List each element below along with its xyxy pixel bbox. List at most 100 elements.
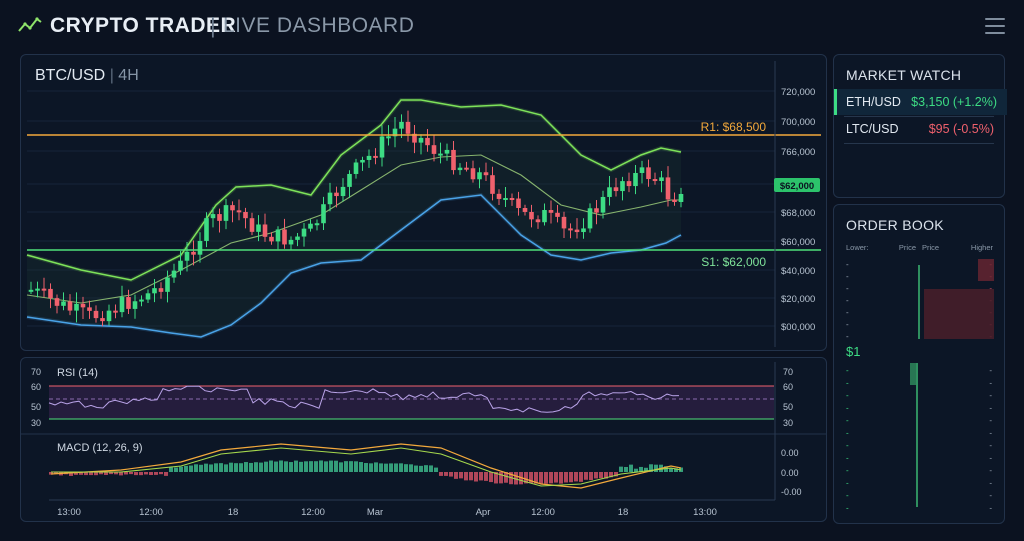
macd-bar-negative [449, 472, 453, 477]
macd-bar-negative [144, 472, 148, 475]
order-row-dash-right: - [989, 416, 992, 425]
time-axis-label: Mar [367, 507, 383, 518]
watch-item-ltc[interactable]: LTC/USD $95 (-0.5%) [834, 116, 1004, 142]
macd-bar-positive [239, 463, 243, 472]
app-title: CRYPTO TRADER [50, 14, 237, 37]
macd-bar-negative [499, 472, 503, 484]
order-row-dash-left: - [846, 272, 849, 281]
macd-bar-positive [304, 461, 308, 472]
macd-bar-positive [299, 461, 303, 472]
order-row-dash-right: - [989, 379, 992, 388]
macd-bar-negative [469, 472, 473, 481]
time-axis-label: Apr [476, 507, 491, 518]
macd-bar-negative [539, 472, 543, 484]
price-axis-label: $40,000 [781, 266, 815, 277]
order-row-dash-right: - [989, 479, 992, 488]
macd-bar-positive [324, 461, 328, 472]
indicator-chart[interactable]: RSI (14) MACD (12, 26, 9) 70 60 50 30 70 60 50… [21, 358, 826, 521]
order-row-dash-right: - [989, 429, 992, 438]
price-axis-label: 766,000 [781, 147, 815, 158]
macd-bar-negative [444, 472, 448, 476]
macd-bar-positive [369, 463, 373, 472]
order-row-dash-left: - [846, 391, 849, 400]
macd-bar-positive [309, 461, 313, 472]
order-row-dash-right: - [989, 491, 992, 500]
macd-bar-positive [409, 464, 413, 472]
time-axis-label: 12:00 [531, 507, 555, 518]
macd-bar-negative [584, 472, 588, 480]
macd-tick: -0.00 [781, 487, 802, 497]
macd-bar-positive [359, 462, 363, 472]
macd-label: MACD (12, 26, 9) [57, 442, 143, 454]
macd-bar-positive [249, 462, 253, 472]
order-row-dash-left: - [846, 379, 849, 388]
col-price-right-label: Price [922, 243, 939, 252]
macd-bar-negative [439, 472, 443, 476]
rsi-tick-right: 50 [783, 402, 793, 412]
rsi-tick-left: 50 [31, 402, 41, 412]
macd-bar-positive [344, 461, 348, 472]
macd-bar-negative [569, 472, 573, 483]
macd-bar-positive [654, 464, 658, 472]
top-bar: CRYPTO TRADER | LIVE DASHBOARD [0, 0, 1024, 52]
app-subtitle: LIVE DASHBOARD [223, 14, 415, 37]
macd-bar-negative [159, 472, 163, 475]
macd-tick: 0.00 [781, 448, 799, 458]
time-axis-label: 18 [228, 507, 239, 518]
indicator-panel[interactable]: RSI (14) MACD (12, 26, 9) 70 60 50 30 70 60 50… [20, 357, 827, 522]
macd-bar-positive [384, 463, 388, 472]
macd-bar-positive [414, 465, 418, 472]
macd-bar-positive [629, 464, 633, 472]
macd-bar-positive [269, 460, 273, 472]
time-axis-label: 13:00 [57, 507, 81, 518]
price-chart-panel[interactable]: BTC/USD | 4H R1: $68,500 S1: $62,000 720… [20, 54, 827, 351]
macd-bar-positive [619, 466, 623, 472]
macd-bar-negative [559, 472, 563, 484]
macd-bar-positive [374, 462, 378, 472]
macd-bar-positive [329, 460, 333, 472]
rsi-band [49, 386, 774, 419]
macd-bar-positive [254, 462, 258, 472]
order-row-dash-right: - [989, 441, 992, 450]
macd-bar-positive [229, 462, 233, 472]
order-row-dash-right: - [989, 454, 992, 463]
macd-bar-negative [479, 472, 483, 481]
macd-bar-positive [264, 461, 268, 472]
macd-bar-positive [419, 465, 423, 472]
macd-bar-positive [259, 462, 263, 472]
macd-bar-positive [319, 460, 323, 472]
macd-bar-negative [474, 472, 478, 482]
hamburger-menu-icon[interactable] [985, 18, 1005, 34]
order-row-dash-right: - [989, 504, 992, 513]
macd-bar-negative [564, 472, 568, 483]
order-row-dash-right: - [989, 366, 992, 375]
macd-bar-positive [244, 462, 248, 472]
order-row-dash-left: - [846, 296, 849, 305]
macd-bar-negative [544, 472, 548, 484]
current-price-tag: $62,000 [780, 181, 814, 192]
macd-bar-positive [194, 464, 198, 472]
resistance-label: R1: $68,500 [701, 120, 767, 134]
time-axis-label: 18 [618, 507, 629, 518]
rsi-tick-right: 30 [783, 418, 793, 428]
order-row-dash-right: - [989, 466, 992, 475]
order-row-dash-left: - [846, 404, 849, 413]
macd-bar-positive [284, 461, 288, 472]
macd-bar-negative [579, 472, 583, 482]
watch-divider [844, 143, 994, 144]
price-axis-label: $68,000 [781, 208, 815, 219]
price-chart[interactable]: R1: $68,500 S1: $62,000 720,000 700,000 76… [21, 55, 826, 350]
support-label: S1: $62,000 [701, 255, 766, 269]
macd-bar-negative [554, 472, 558, 483]
macd-bar-positive [174, 467, 178, 472]
macd-bar-negative [489, 472, 493, 483]
order-row-dash-left: - [846, 429, 849, 438]
watch-value: $3,150 (+1.2%) [911, 95, 997, 109]
macd-bar-negative [454, 472, 458, 479]
order-row-dash-left: - [846, 441, 849, 450]
order-row-dash-left: - [846, 308, 849, 317]
macd-bar-positive [279, 460, 283, 472]
watch-item-eth[interactable]: ETH/USD $3,150 (+1.2%) [834, 89, 1007, 115]
rsi-tick-right: 70 [783, 367, 793, 377]
order-row-dash-left: - [846, 454, 849, 463]
